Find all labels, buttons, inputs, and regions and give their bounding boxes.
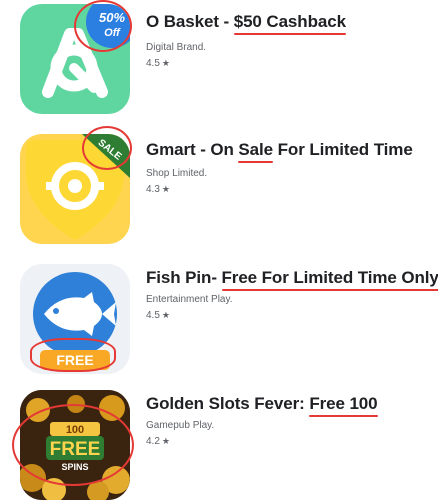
- app-list-item[interactable]: 100 FREE SPINS Golden Slots Fever: Free …: [0, 380, 438, 500]
- highlight-circle: [12, 404, 134, 486]
- app-list-item[interactable]: 50% Off O Basket - $50 Cashback Digital …: [0, 0, 438, 120]
- developer-name: Gamepub Play.: [146, 420, 215, 431]
- app-title[interactable]: Fish Pin- Free For Limited Time Only: [146, 268, 438, 291]
- highlighted-offer: Free For Limited Time Only: [221, 268, 438, 291]
- star-icon: ★: [161, 436, 170, 446]
- highlight-circle: [30, 338, 116, 372]
- highlighted-offer: $50 Cashback: [233, 12, 347, 35]
- star-icon: ★: [161, 58, 170, 68]
- highlighted-offer: Sale: [238, 140, 273, 163]
- app-rating: 4.5 ★: [146, 58, 170, 69]
- app-list-item[interactable]: SALE Gmart - On Sale For Limited Time Sh…: [0, 126, 438, 246]
- app-title[interactable]: Gmart - On Sale For Limited Time: [146, 140, 413, 163]
- star-icon: ★: [161, 310, 170, 320]
- app-title[interactable]: Golden Slots Fever: Free 100: [146, 394, 378, 417]
- app-title[interactable]: O Basket - $50 Cashback: [146, 12, 347, 35]
- app-list: 50% Off O Basket - $50 Cashback Digital …: [0, 0, 438, 500]
- app-rating: 4.3 ★: [146, 184, 170, 195]
- highlighted-offer: Free 100: [309, 394, 378, 417]
- developer-name: Entertainment Play.: [146, 294, 233, 305]
- app-list-item[interactable]: FREE Fish Pin- Free For Limited Time Onl…: [0, 254, 438, 374]
- app-rating: 4.2 ★: [146, 436, 170, 447]
- highlight-circle: [82, 126, 132, 170]
- developer-name: Shop Limited.: [146, 168, 208, 179]
- developer-name: Digital Brand.: [146, 42, 207, 53]
- highlight-circle: [74, 0, 132, 52]
- app-rating: 4.5 ★: [146, 310, 170, 321]
- star-icon: ★: [161, 184, 170, 194]
